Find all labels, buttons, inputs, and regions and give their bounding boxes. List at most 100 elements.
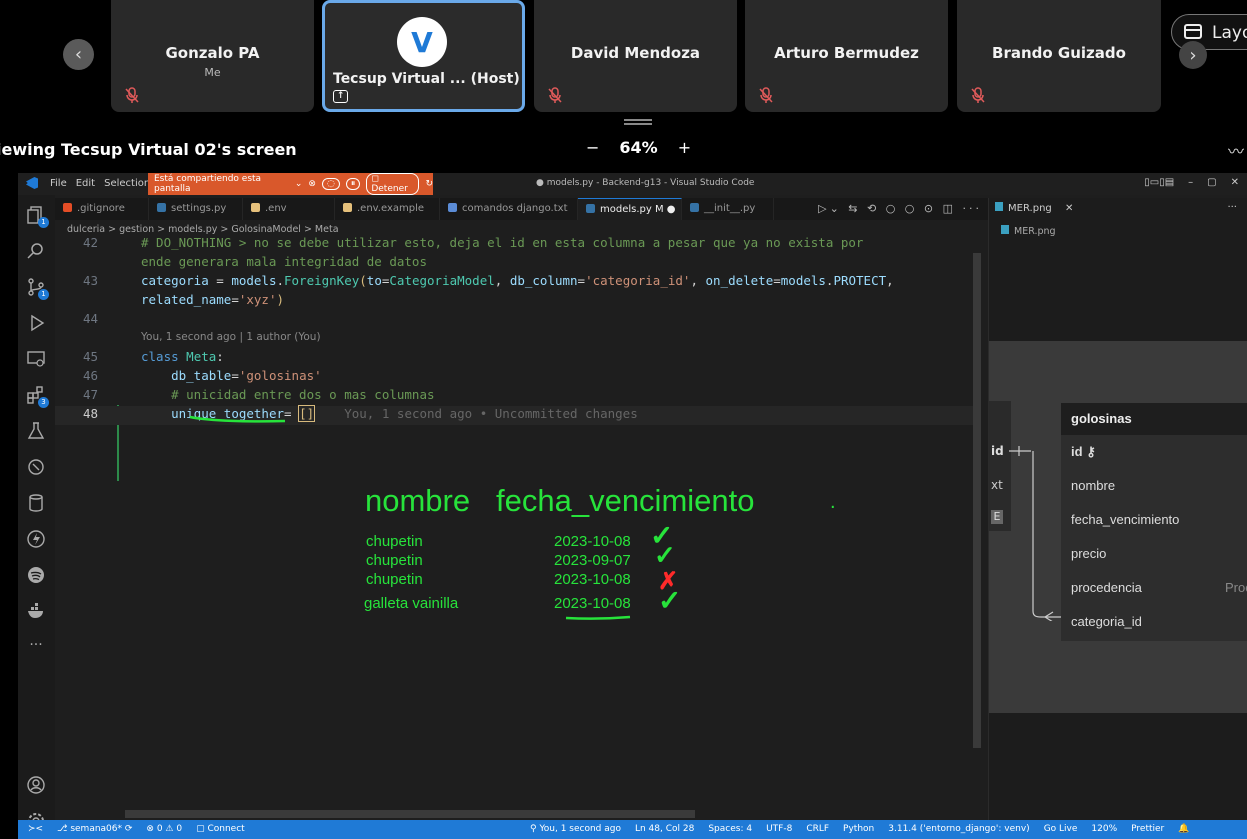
chevron-down-icon[interactable]: ⌄ bbox=[295, 179, 303, 189]
encoding[interactable]: UTF-8 bbox=[766, 824, 792, 834]
code-line-43: categoria = models.ForeignKey(to=Categor… bbox=[141, 273, 894, 288]
close-share-icon[interactable]: ⊗ bbox=[308, 179, 316, 189]
more-actions-icon[interactable]: ··· bbox=[1227, 202, 1237, 213]
editor-horizontal-scrollbar[interactable] bbox=[125, 810, 695, 818]
next-participants-button[interactable]: › bbox=[1179, 41, 1207, 69]
problems-indicator[interactable]: ⊗ 0 ⚠ 0 bbox=[146, 824, 182, 834]
zoom-value: 64% bbox=[619, 138, 658, 157]
code-editor[interactable]: 42 # DO_NOTHING > no se debe utilizar est… bbox=[55, 235, 977, 805]
participant-name: Arturo Bermudez bbox=[774, 44, 919, 62]
prev-participants-button[interactable]: ‹ bbox=[63, 39, 94, 70]
code-line-46: db_table='golosinas' bbox=[171, 368, 322, 383]
code-line-45: class Meta: bbox=[141, 349, 224, 364]
window-title: ● models.py - Backend-g13 - Visual Studi… bbox=[536, 178, 755, 188]
tab-init[interactable]: __init__.py bbox=[682, 198, 774, 220]
indentation[interactable]: Spaces: 4 bbox=[708, 824, 752, 834]
annotation-row-nombre: galleta vainilla bbox=[364, 595, 459, 612]
zoom-out-button[interactable]: − bbox=[586, 138, 599, 157]
underline-unique-together bbox=[189, 415, 286, 423]
source-control-icon[interactable]: 1 bbox=[26, 277, 49, 300]
minimize-button[interactable]: – bbox=[1188, 177, 1193, 188]
tab-gitignore[interactable]: .gitignore bbox=[55, 198, 149, 220]
menu-file[interactable]: File bbox=[50, 178, 67, 189]
share-text: Está compartiendo esta pantalla bbox=[154, 174, 262, 194]
participant-tile-gonzalo[interactable]: Gonzalo PA Me bbox=[111, 0, 314, 112]
docker-explorer-icon[interactable] bbox=[26, 457, 46, 477]
participant-name: Gonzalo PA bbox=[165, 44, 260, 62]
menu-selection[interactable]: Selection bbox=[104, 178, 150, 189]
mic-icon[interactable]: ◌ bbox=[321, 178, 340, 190]
mic-muted-icon bbox=[125, 87, 139, 103]
underline-fecha bbox=[565, 615, 631, 620]
python-interpreter[interactable]: 3.11.4 ('entorno_django': venv) bbox=[888, 824, 1029, 834]
activity-bar: 1 1 3 ··· 1 bbox=[18, 195, 55, 834]
tab-mer[interactable]: MER.png ✕ bbox=[995, 202, 1073, 214]
participant-tile-arturo[interactable]: Arturo Bermudez bbox=[745, 0, 948, 112]
go-live-button[interactable]: Go Live bbox=[1044, 824, 1078, 834]
er-row: precio bbox=[1071, 546, 1107, 561]
explorer-icon[interactable]: 1 bbox=[26, 205, 49, 228]
git-file-icon bbox=[63, 203, 72, 212]
search-icon[interactable] bbox=[26, 241, 46, 261]
tab-env[interactable]: .env bbox=[243, 198, 335, 220]
connect-button[interactable]: ▢ Connect bbox=[196, 824, 245, 834]
docker-icon[interactable] bbox=[26, 601, 46, 621]
more-icon[interactable]: ··· bbox=[26, 637, 46, 657]
participant-sub: Me bbox=[204, 66, 221, 79]
cursor-position[interactable]: Ln 48, Col 28 bbox=[635, 824, 694, 834]
vscode-window: File Edit Selection Está compartiendo es… bbox=[18, 173, 1247, 839]
er-row: fecha_vencimiento bbox=[1071, 512, 1180, 527]
mic-muted-icon bbox=[759, 87, 773, 103]
prettier-status[interactable]: Prettier bbox=[1131, 824, 1164, 834]
extensions-icon[interactable]: 3 bbox=[26, 385, 49, 408]
image-file-icon bbox=[1001, 225, 1009, 234]
stop-share-button[interactable]: ◻ Detener bbox=[366, 173, 420, 195]
blame-status[interactable]: ⚲ You, 1 second ago bbox=[530, 824, 621, 834]
branch-indicator[interactable]: ⎇ semana06* ⟳ bbox=[57, 824, 132, 834]
tab-comandos[interactable]: comandos django.txt bbox=[440, 198, 578, 220]
testing-icon[interactable] bbox=[26, 421, 46, 441]
drag-handle[interactable] bbox=[624, 119, 652, 125]
run-debug-icon[interactable] bbox=[26, 313, 46, 333]
annotate-icon[interactable]: 〰 bbox=[1228, 138, 1244, 162]
remote-icon[interactable]: ≻< bbox=[28, 824, 43, 834]
editor-vertical-scrollbar[interactable] bbox=[973, 253, 981, 748]
status-bar: ≻< ⎇ semana06* ⟳ ⊗ 0 ⚠ 0 ▢ Connect ⚲ You… bbox=[18, 820, 1247, 839]
image-breadcrumb[interactable]: MER.png bbox=[1001, 225, 1056, 237]
participant-tile-host[interactable]: V Tecsup Virtual ... (Host) ↑ bbox=[322, 0, 525, 112]
tab-env-example[interactable]: .env.example bbox=[335, 198, 440, 220]
account-icon[interactable] bbox=[26, 775, 46, 795]
breadcrumb[interactable]: dulceria > gestion > models.py > Golosin… bbox=[67, 224, 339, 235]
annotation-row-fecha: 2023-09-07 bbox=[554, 552, 631, 569]
refresh-icon[interactable]: ↻ bbox=[425, 179, 433, 189]
er-table-title: golosinas bbox=[1061, 403, 1247, 435]
tab-settings[interactable]: settings.py bbox=[149, 198, 243, 220]
close-tab-icon: ✕ bbox=[1064, 203, 1074, 214]
pause-icon[interactable]: ⏸ bbox=[345, 178, 361, 190]
language-mode[interactable]: Python bbox=[843, 824, 874, 834]
editor-actions[interactable]: ▷⌄ ⇆ ⟲ ○ ○ ⊙ ◫ ··· bbox=[818, 202, 982, 215]
participant-tile-brando[interactable]: Brando Guizado bbox=[957, 0, 1161, 112]
codelens-blame[interactable]: You, 1 second ago | 1 author (You) bbox=[141, 331, 321, 343]
remote-explorer-icon[interactable] bbox=[26, 349, 46, 369]
zoom-in-button[interactable]: + bbox=[678, 138, 691, 157]
menu-edit[interactable]: Edit bbox=[76, 178, 95, 189]
tab-models[interactable]: models.py M ● bbox=[578, 198, 682, 220]
participant-tile-david[interactable]: David Mendoza bbox=[534, 0, 737, 112]
restore-button[interactable]: ▢ bbox=[1207, 177, 1216, 188]
participant-name: Brando Guizado bbox=[992, 44, 1126, 62]
check-icon: ✓ bbox=[658, 585, 682, 616]
code-line-43-wrap: related_name='xyz') bbox=[141, 292, 285, 307]
annotation-row-fecha: 2023-10-08 bbox=[554, 533, 631, 550]
screen-share-bar: Está compartiendo esta pantalla ⌄ ⊗ ◌ ⏸ … bbox=[148, 173, 433, 195]
eol[interactable]: CRLF bbox=[806, 824, 829, 834]
thunder-client-icon[interactable] bbox=[26, 529, 46, 549]
layout-panels-icon[interactable]: ▯▭▯▤ bbox=[1144, 177, 1174, 188]
zoom-status[interactable]: 120% bbox=[1091, 824, 1117, 834]
annotation-header-fecha: fecha_vencimiento bbox=[496, 483, 755, 518]
er-related-table: id xt E bbox=[989, 401, 1011, 531]
notifications-icon[interactable]: 🔔 bbox=[1178, 824, 1189, 834]
close-button[interactable]: ✕ bbox=[1231, 177, 1239, 188]
spotify-icon[interactable] bbox=[26, 565, 46, 585]
database-icon[interactable] bbox=[26, 493, 46, 513]
